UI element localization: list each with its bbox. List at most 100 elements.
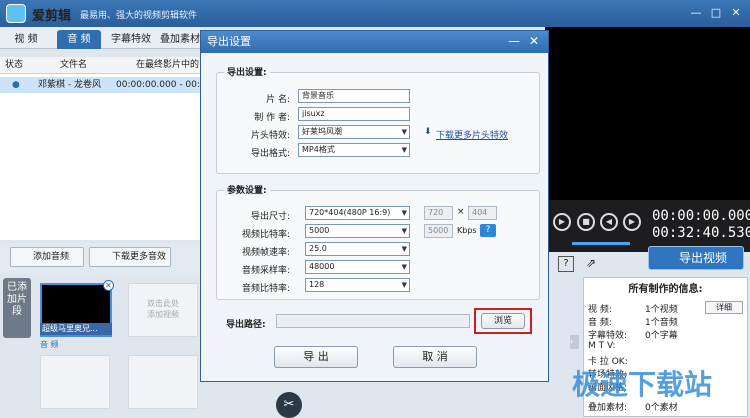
browse-button[interactable]: 浏览 <box>481 313 525 329</box>
export-button[interactable]: 导 出 <box>274 346 358 368</box>
vbitrate-input[interactable]: 5000 <box>424 224 453 238</box>
col-time: 在最终影片中的 <box>136 60 200 70</box>
info-value: 0个字幕 <box>645 331 678 341</box>
format-value: MP4格式 <box>302 145 335 154</box>
tab-subtitle-effects[interactable]: 字幕特效 <box>106 30 156 49</box>
fps-select[interactable]: 25.0 ▼ <box>305 242 410 256</box>
info-label: 音 频: <box>588 318 612 328</box>
close-button[interactable]: ✕ <box>728 5 744 21</box>
app-logo-icon <box>6 4 26 23</box>
tab-audio[interactable]: 音 频 <box>57 30 101 49</box>
info-title: 所有制作的信息: <box>628 284 703 295</box>
download-effects-button[interactable]: 下载更多音效 <box>89 247 171 267</box>
list-row[interactable]: ● 邓紫棋 - 龙卷风 00:00:00.000 - 00:0 <box>0 77 206 93</box>
size-select[interactable]: 720*404(480P 16:9) ▼ <box>305 206 410 220</box>
title-label: 片 名: <box>266 95 290 105</box>
app-name: 爱剪辑 <box>32 9 72 24</box>
watermark: 极速下载站 <box>572 368 713 401</box>
author-label: 制 作 者: <box>254 113 290 123</box>
info-label: 视 频: <box>588 305 612 315</box>
export-section-label: 导出设置: <box>224 65 270 78</box>
download-icon: ⬇ <box>424 127 432 137</box>
col-status: 状态 <box>5 60 24 70</box>
width-input[interactable]: 720 <box>424 206 453 220</box>
abitrate-select[interactable]: 128 ▼ <box>305 278 410 292</box>
stop-icon[interactable]: ■ <box>577 213 595 231</box>
abitrate-value: 128 <box>309 280 325 289</box>
clip-label: 超级马里奥兄... <box>40 323 112 335</box>
size-value: 720*404(480P 16:9) <box>309 208 391 217</box>
dialog-minimize-button[interactable]: — <box>505 33 523 49</box>
samplerate-label: 音频采样率: <box>241 266 290 276</box>
current-time: 00:00:00.000 <box>652 208 750 224</box>
format-select[interactable]: MP4格式 ▼ <box>298 143 410 157</box>
fps-value: 25.0 <box>309 244 327 253</box>
chevron-down-icon: ▼ <box>401 128 407 136</box>
volume-slider[interactable] <box>572 242 630 245</box>
kbps-label: Kbps <box>457 226 477 235</box>
prev-frame-icon[interactable]: ◀ <box>600 213 618 231</box>
info-label: 字幕特效: <box>588 331 628 341</box>
fps-label: 视频帧速率: <box>241 248 290 258</box>
chevron-down-icon: ▼ <box>401 227 407 235</box>
app-slogan: 最易用、强大的视频剪辑软件 <box>80 11 198 21</box>
info-value: 1个视频 <box>645 305 678 315</box>
chevron-down-icon: ▼ <box>401 263 407 271</box>
play-icon[interactable]: ▶ <box>553 213 571 231</box>
help-icon[interactable]: ? <box>558 256 574 272</box>
dialog-close-button[interactable]: ✕ <box>525 33 543 49</box>
audio-track-label: 音 频 <box>40 340 59 349</box>
samplerate-select[interactable]: 48000 ▼ <box>305 260 410 274</box>
clip-close-icon[interactable]: ✕ <box>103 280 114 291</box>
chevron-down-icon: ▼ <box>401 281 407 289</box>
intro-effect-label: 片头特效: <box>250 131 290 141</box>
title-input[interactable]: 背景音乐 <box>298 89 410 103</box>
abitrate-label: 音频比特率: <box>241 284 290 294</box>
col-filename: 文件名 <box>60 60 88 70</box>
help-icon[interactable]: ? <box>480 224 496 237</box>
row-time: 00:00:00.000 - 00:0 <box>116 80 206 90</box>
intro-effect-select[interactable]: 好莱坞风潮 ▼ <box>298 125 410 139</box>
format-label: 导出格式: <box>250 149 290 159</box>
tab-overlay[interactable]: 叠加素材 <box>160 30 200 49</box>
vbitrate-value: 5000 <box>309 226 330 235</box>
size-label: 导出尺寸: <box>250 212 290 222</box>
height-input[interactable]: 404 <box>468 206 497 220</box>
info-label: M T V: <box>588 341 616 351</box>
list-header: 状态 文件名 在最终影片中的 <box>0 57 200 74</box>
info-value: 1个音频 <box>645 318 678 328</box>
total-time: 00:32:40.530 <box>652 225 750 241</box>
row-filename: 邓紫棋 - 龙卷风 <box>38 80 101 90</box>
add-audio-button[interactable]: 添加音频 <box>10 247 84 267</box>
status-dot-icon: ● <box>12 80 20 90</box>
author-input[interactable]: jisuxz <box>298 107 410 121</box>
chevron-down-icon: ▼ <box>401 245 407 253</box>
cancel-button[interactable]: 取 消 <box>393 346 477 368</box>
param-section-label: 参数设置: <box>224 183 270 196</box>
chevron-down-icon: ▼ <box>401 209 407 217</box>
added-clips-tab[interactable]: 已添加片段 <box>3 278 31 338</box>
vbitrate-label: 视频比特率: <box>241 230 290 240</box>
vbitrate-select[interactable]: 5000 ▼ <box>305 224 410 238</box>
intro-effect-value: 好莱坞风潮 <box>302 127 342 136</box>
audio-list <box>0 74 200 240</box>
thumb-slot <box>40 355 110 409</box>
tab-video[interactable]: 视 频 <box>6 30 46 49</box>
path-label: 导出路径: <box>226 320 266 330</box>
samplerate-value: 48000 <box>309 262 335 271</box>
share-icon[interactable]: ⇗ <box>586 256 596 270</box>
size-times: × <box>457 207 465 217</box>
path-input[interactable] <box>276 314 470 328</box>
minimize-button[interactable]: — <box>688 5 704 21</box>
expand-arrow-icon[interactable]: › <box>570 335 579 349</box>
dialog-title: 导出设置 <box>201 31 548 53</box>
detail-button[interactable]: 详细 <box>705 301 743 314</box>
scissors-icon[interactable]: ✂ <box>276 392 302 418</box>
maximize-button[interactable]: □ <box>708 5 724 21</box>
chevron-down-icon: ▼ <box>401 146 407 154</box>
export-video-button[interactable]: 导出视频 <box>648 246 744 270</box>
download-intro-link[interactable]: 下载更多片头特效 <box>436 128 508 141</box>
next-frame-icon[interactable]: ▶ <box>623 213 641 231</box>
video-preview <box>545 27 750 207</box>
add-video-slot[interactable]: 双击此处 添加视频 <box>128 283 198 337</box>
